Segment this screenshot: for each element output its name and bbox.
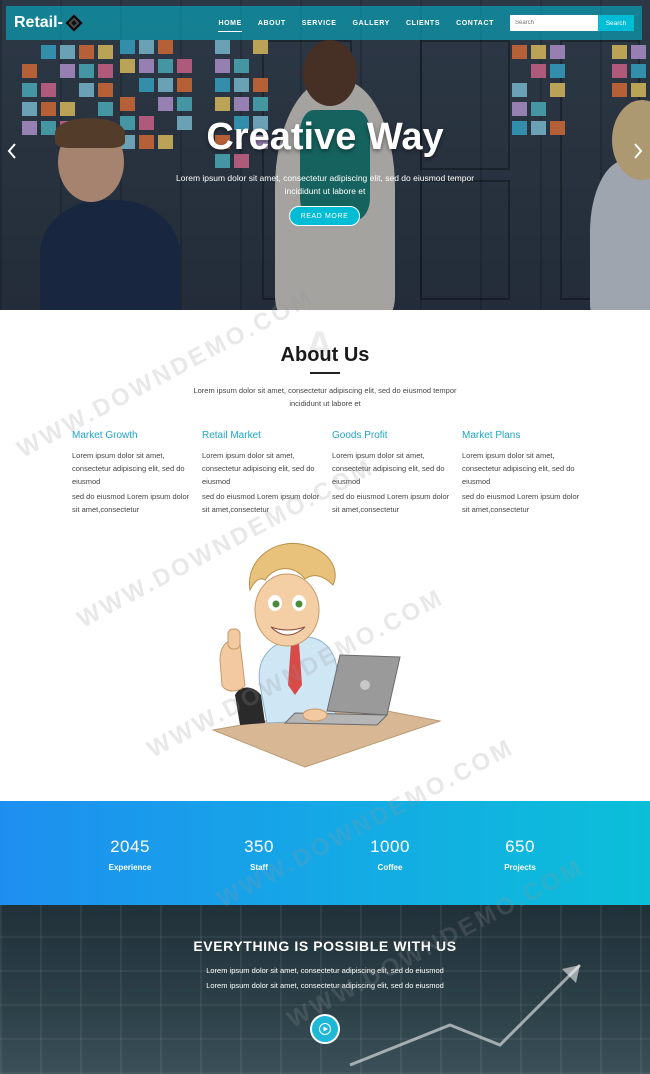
hero-title: Creative Way — [206, 116, 444, 158]
search-input[interactable] — [510, 15, 598, 31]
feature-retail-market: Retail Market Lorem ipsum dolor sit amet… — [202, 430, 320, 518]
logo-text: Retail- — [14, 14, 63, 31]
stat-experience: 2045 Experience — [70, 837, 190, 872]
stat-value: 650 — [505, 837, 535, 856]
businessman-laptop-illustration — [211, 543, 442, 768]
about-title: About Us — [280, 344, 370, 366]
feature-title[interactable]: Market Growth — [72, 430, 190, 441]
feature-text: Lorem ipsum dolor sit amet, consectetur … — [72, 451, 185, 486]
feature-text: sed do eiusmod Lorem ipsum dolor sit ame… — [462, 492, 580, 514]
growth-arrow-graphic — [349, 963, 582, 1067]
stats-section: 2045 Experience 350 Staff 1000 Coffee 65… — [0, 801, 650, 905]
stat-label: Coffee — [377, 863, 403, 872]
feature-goods-profit: Goods Profit Lorem ipsum dolor sit amet,… — [332, 430, 450, 518]
stat-coffee: 1000 Coffee — [330, 837, 450, 872]
feature-market-growth: Market Growth Lorem ipsum dolor sit amet… — [72, 430, 190, 518]
feature-text: Lorem ipsum dolor sit amet, consectetur … — [332, 451, 445, 486]
feature-title[interactable]: Retail Market — [202, 430, 320, 441]
nav-contact[interactable]: CONTACT — [448, 18, 502, 29]
feature-title[interactable]: Market Plans — [462, 430, 580, 441]
stat-value: 2045 — [110, 837, 150, 856]
feature-text: sed do eiusmod Lorem ipsum dolor sit ame… — [72, 492, 190, 514]
nav-about[interactable]: ABOUT — [250, 18, 294, 29]
feature-text: sed do eiusmod Lorem ipsum dolor sit ame… — [332, 492, 450, 514]
search-box: Search — [510, 15, 634, 31]
search-button[interactable]: Search — [598, 15, 634, 31]
cta-line-1: Lorem ipsum dolor sit amet, consectetur … — [206, 966, 444, 975]
nav-service[interactable]: SERVICE — [294, 18, 345, 29]
stat-label: Projects — [504, 863, 536, 872]
cta-section: EVERYTHING IS POSSIBLE WITH US Lorem ips… — [0, 905, 650, 1074]
stat-label: Experience — [108, 863, 152, 872]
cta-text: Lorem ipsum dolor sit amet, consectetur … — [160, 963, 490, 993]
hero-text: Lorem ipsum dolor sit amet, consectetur … — [175, 173, 475, 196]
main-nav: HOME ABOUT SERVICE GALLERY CLIENTS CONTA… — [210, 18, 502, 32]
read-more-button[interactable]: READ MORE — [289, 206, 360, 226]
stat-value: 1000 — [370, 837, 410, 856]
feature-text: Lorem ipsum dolor sit amet, consectetur … — [202, 451, 315, 486]
stat-value: 350 — [244, 837, 274, 856]
nav-clients[interactable]: CLIENTS — [398, 18, 448, 29]
feature-title[interactable]: Goods Profit — [332, 430, 450, 441]
play-button[interactable] — [310, 1014, 340, 1044]
cta-title: EVERYTHING IS POSSIBLE WITH US — [193, 938, 457, 954]
logo[interactable]: Retail- — [14, 14, 83, 32]
navbar: Retail- HOME ABOUT SERVICE GALLERY CLIEN… — [6, 6, 642, 40]
stat-staff: 350 Staff — [199, 837, 319, 872]
play-icon — [319, 1023, 331, 1035]
logo-diamond-icon — [65, 14, 83, 32]
feature-text: sed do eiusmod Lorem ipsum dolor sit ame… — [202, 492, 320, 514]
nav-home[interactable]: HOME — [210, 18, 249, 32]
cta-line-2: Lorem ipsum dolor sit amet, consectetur … — [206, 981, 444, 990]
about-text: Lorem ipsum dolor sit amet, consectetur … — [193, 386, 457, 408]
hero-section: Retail- HOME ABOUT SERVICE GALLERY CLIEN… — [0, 0, 650, 310]
stat-projects: 650 Projects — [460, 837, 580, 872]
nav-gallery[interactable]: GALLERY — [345, 18, 398, 29]
feature-text: Lorem ipsum dolor sit amet, consectetur … — [462, 451, 575, 486]
about-divider — [310, 372, 340, 374]
stat-label: Staff — [250, 863, 268, 872]
feature-market-plans: Market Plans Lorem ipsum dolor sit amet,… — [462, 430, 580, 518]
